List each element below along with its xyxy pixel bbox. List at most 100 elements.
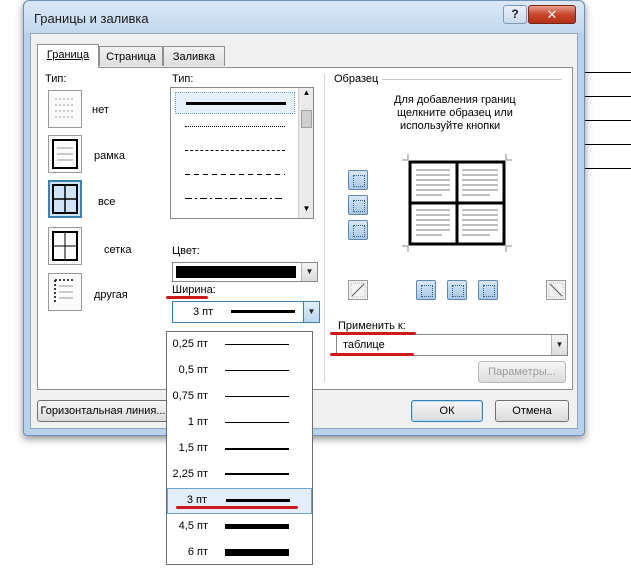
preview-table-graphic bbox=[402, 154, 512, 252]
setting-label: Тип: bbox=[45, 73, 67, 85]
preview-instructions: щелкните образец или bbox=[397, 107, 513, 119]
ok-label: ОК bbox=[439, 405, 455, 417]
width-combo[interactable]: 3 пт ▼ bbox=[172, 301, 320, 323]
annotation-underline bbox=[166, 296, 208, 299]
dialog-title: Границы и заливка bbox=[34, 11, 149, 26]
right-border-button[interactable] bbox=[478, 280, 498, 300]
width-option-label: 0,75 пт bbox=[172, 390, 208, 402]
inside-horizontal-border-button[interactable] bbox=[348, 195, 368, 215]
tab-page[interactable]: Страница bbox=[99, 46, 163, 66]
width-option-label: 4,5 пт bbox=[178, 520, 208, 532]
width-value: 3 пт bbox=[193, 306, 214, 318]
width-dropdown-list[interactable]: 0,25 пт 0,5 пт 0,75 пт 1 пт 1,5 пт 2,25 … bbox=[166, 331, 313, 565]
top-border-button[interactable] bbox=[348, 170, 368, 190]
width-option[interactable]: 1 пт bbox=[167, 410, 312, 436]
setting-none-button[interactable] bbox=[48, 90, 82, 128]
setting-box-label: рамка bbox=[94, 150, 125, 162]
left-border-button[interactable] bbox=[416, 280, 436, 300]
tab-shading[interactable]: Заливка bbox=[163, 46, 225, 66]
diagonal-up-border-button[interactable] bbox=[348, 280, 368, 300]
setting-box-button[interactable] bbox=[48, 135, 82, 173]
style-line bbox=[185, 198, 285, 199]
cancel-button[interactable]: Отмена bbox=[495, 400, 569, 422]
setting-grid-label: сетка bbox=[104, 244, 132, 256]
bottom-border-button[interactable] bbox=[348, 220, 368, 240]
setting-custom-label: другая bbox=[94, 289, 128, 301]
diagonal-down-border-button[interactable] bbox=[546, 280, 566, 300]
width-option-line bbox=[225, 473, 289, 475]
width-option[interactable]: 4,5 пт bbox=[167, 514, 312, 540]
setting-custom-button[interactable] bbox=[48, 273, 82, 311]
scroll-thumb[interactable] bbox=[301, 110, 312, 128]
width-option-line bbox=[225, 344, 289, 345]
style-item-dotted[interactable] bbox=[175, 116, 295, 138]
close-button[interactable]: ✕ bbox=[528, 5, 576, 24]
tab-border[interactable]: Граница bbox=[37, 44, 99, 68]
diagonal-up-icon bbox=[350, 282, 366, 298]
setting-grid-button[interactable] bbox=[48, 227, 82, 265]
width-option-label: 0,25 пт bbox=[172, 338, 208, 350]
all-borders-icon bbox=[52, 184, 78, 214]
style-listbox[interactable]: ▲ ▼ bbox=[170, 87, 314, 219]
width-option-line bbox=[226, 499, 290, 502]
width-option-label: 0,5 пт bbox=[178, 364, 208, 376]
title-bar[interactable]: Границы и заливка ? ✕ bbox=[24, 1, 584, 33]
color-label: Цвет: bbox=[172, 245, 200, 257]
cancel-label: Отмена bbox=[512, 405, 552, 417]
style-item-solid[interactable] bbox=[175, 92, 295, 114]
style-item-dashed[interactable] bbox=[175, 164, 295, 186]
tab-label: Граница bbox=[46, 49, 90, 61]
width-option-selected[interactable]: 3 пт bbox=[167, 488, 312, 514]
custom-border-icon bbox=[54, 279, 75, 304]
style-line bbox=[185, 174, 285, 175]
style-scrollbar[interactable]: ▲ ▼ bbox=[298, 88, 313, 218]
column-divider bbox=[324, 74, 325, 382]
preview-instructions: используйте кнопки bbox=[400, 120, 501, 132]
style-item-dash-dot[interactable] bbox=[175, 188, 295, 210]
chevron-down-icon[interactable]: ▼ bbox=[551, 335, 567, 355]
width-option-label: 2,25 пт bbox=[172, 468, 208, 480]
tab-label: Страница bbox=[106, 51, 156, 63]
width-option[interactable]: 6 пт bbox=[167, 540, 312, 566]
width-option[interactable]: 1,5 пт bbox=[167, 436, 312, 462]
width-line bbox=[231, 310, 295, 313]
width-option[interactable]: 0,5 пт bbox=[167, 358, 312, 384]
width-option-label: 6 пт bbox=[187, 546, 208, 558]
preview-group-divider bbox=[382, 79, 562, 80]
style-line bbox=[185, 150, 285, 151]
width-option-line bbox=[225, 448, 289, 450]
width-option[interactable]: 0,25 пт bbox=[167, 332, 312, 358]
color-combo[interactable]: ▼ bbox=[172, 262, 318, 282]
horizontal-line-label: Горизонтальная линия... bbox=[40, 405, 166, 417]
style-item-dashed-small[interactable] bbox=[175, 140, 295, 162]
style-line bbox=[186, 102, 286, 105]
options-button[interactable]: Параметры... bbox=[478, 361, 566, 383]
help-button[interactable]: ? bbox=[503, 5, 527, 24]
width-option[interactable]: 0,75 пт bbox=[167, 384, 312, 410]
width-option-line bbox=[225, 396, 289, 397]
box-border-icon bbox=[52, 139, 78, 169]
chevron-down-icon[interactable]: ▼ bbox=[303, 302, 319, 322]
diagonal-down-icon bbox=[548, 282, 564, 298]
horizontal-line-button[interactable]: Горизонтальная линия... bbox=[37, 400, 169, 422]
width-option-label: 1 пт bbox=[187, 416, 208, 428]
preview-area[interactable] bbox=[402, 154, 512, 252]
setting-all-button[interactable] bbox=[48, 180, 82, 218]
width-option-label: 3 пт bbox=[186, 494, 207, 506]
options-label: Параметры... bbox=[488, 366, 556, 378]
annotation-underline bbox=[330, 353, 414, 356]
apply-to-value: таблице bbox=[343, 339, 385, 351]
chevron-down-icon[interactable]: ▼ bbox=[301, 263, 317, 281]
preview-instructions: Для добавления границ bbox=[394, 94, 516, 106]
scroll-up-icon[interactable]: ▲ bbox=[300, 88, 313, 102]
ok-button[interactable]: ОК bbox=[411, 400, 483, 422]
no-border-icon bbox=[55, 98, 75, 118]
width-option-line bbox=[225, 524, 289, 529]
width-option[interactable]: 2,25 пт bbox=[167, 462, 312, 488]
inside-vertical-border-button[interactable] bbox=[447, 280, 467, 300]
preview-label: Образец bbox=[334, 73, 379, 85]
width-label: Ширина: bbox=[172, 284, 216, 296]
setting-none-label: нет bbox=[92, 104, 109, 116]
close-icon: ✕ bbox=[546, 7, 558, 22]
scroll-down-icon[interactable]: ▼ bbox=[300, 204, 313, 218]
